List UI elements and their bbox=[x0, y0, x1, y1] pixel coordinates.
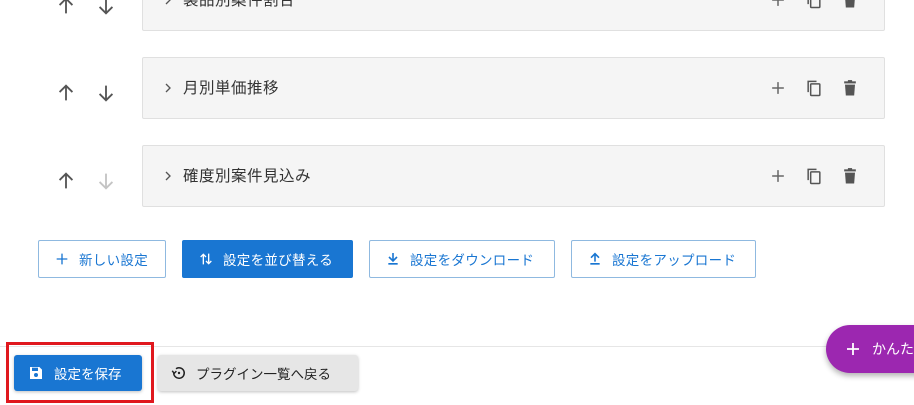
settings-panel-title: 確度別案件見込み bbox=[183, 167, 312, 185]
new-setting-button[interactable]: 新しい設定 bbox=[38, 240, 166, 278]
back-to-plugins-label: プラグイン一覧へ戻る bbox=[196, 367, 331, 383]
add-icon[interactable] bbox=[766, 164, 790, 188]
copy-icon[interactable] bbox=[802, 164, 826, 188]
download-settings-label: 設定をダウンロード bbox=[410, 253, 535, 269]
settings-panel-title: 月別単価推移 bbox=[183, 79, 280, 97]
new-setting-label: 新しい設定 bbox=[79, 253, 148, 269]
settings-panel-title: 製品別案件割合 bbox=[183, 0, 296, 9]
arrow-up-icon[interactable] bbox=[54, 169, 78, 193]
upload-settings-button[interactable]: 設定をアップロード bbox=[571, 240, 756, 278]
add-icon[interactable] bbox=[766, 0, 790, 12]
history-icon bbox=[170, 364, 188, 382]
sort-settings-button[interactable]: 設定を並び替える bbox=[182, 240, 353, 278]
arrow-down-icon-disabled bbox=[94, 169, 118, 193]
upload-settings-label: 設定をアップロード bbox=[612, 253, 737, 269]
quick-setup-label: かんたん bbox=[872, 342, 914, 358]
chevron-right-icon[interactable] bbox=[157, 165, 179, 187]
delete-icon[interactable] bbox=[838, 0, 862, 12]
plus-icon bbox=[53, 250, 71, 268]
sort-settings-label: 設定を並び替える bbox=[223, 253, 333, 269]
back-to-plugins-button[interactable]: プラグイン一覧へ戻る bbox=[158, 355, 358, 391]
copy-icon[interactable] bbox=[802, 76, 826, 100]
quick-setup-fab[interactable]: かんたん bbox=[826, 325, 914, 373]
upload-icon bbox=[586, 250, 604, 268]
arrow-down-icon[interactable] bbox=[94, 0, 118, 18]
save-button-highlight bbox=[6, 342, 154, 403]
swap-vertical-icon bbox=[197, 250, 215, 268]
chevron-right-icon[interactable] bbox=[157, 77, 179, 99]
settings-panel-0[interactable]: 製品別案件割合 bbox=[142, 0, 885, 31]
add-icon[interactable] bbox=[766, 76, 790, 100]
copy-icon[interactable] bbox=[802, 0, 826, 12]
arrow-up-icon[interactable] bbox=[54, 81, 78, 105]
arrow-up-icon[interactable] bbox=[54, 0, 78, 18]
download-icon bbox=[384, 250, 402, 268]
reorder-controls-2 bbox=[54, 169, 118, 193]
delete-icon[interactable] bbox=[838, 164, 862, 188]
delete-icon[interactable] bbox=[838, 76, 862, 100]
arrow-down-icon[interactable] bbox=[94, 81, 118, 105]
settings-panel-1[interactable]: 月別単価推移 bbox=[142, 57, 885, 119]
download-settings-button[interactable]: 設定をダウンロード bbox=[369, 240, 555, 278]
reorder-controls-1 bbox=[54, 81, 118, 105]
settings-panel-2[interactable]: 確度別案件見込み bbox=[142, 145, 885, 207]
reorder-controls-0 bbox=[54, 0, 118, 18]
plus-icon bbox=[844, 340, 862, 358]
chevron-right-icon[interactable] bbox=[157, 0, 179, 11]
